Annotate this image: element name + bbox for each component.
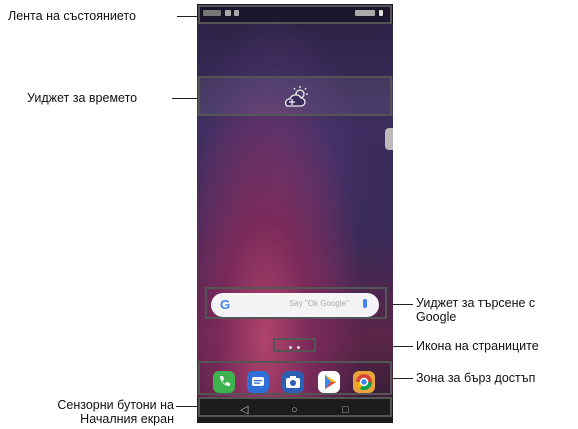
highlight-quick-access <box>198 361 392 395</box>
label-status-bar: Лента на състоянието <box>8 9 136 23</box>
highlight-google-search-widget <box>205 287 387 319</box>
label-home-touch-buttons-line1: Сензорни бутони на <box>57 398 174 412</box>
leader-home-touch-buttons <box>176 406 199 407</box>
label-google-search-widget: Уиджет за търсене с Google <box>416 296 535 324</box>
highlight-weather-widget <box>198 76 392 116</box>
label-quick-access: Зона за бърз достъп <box>416 371 536 385</box>
highlight-status-bar <box>198 5 392 24</box>
leader-google-search-widget <box>391 304 413 305</box>
highlight-page-icon <box>273 338 316 352</box>
leader-status-bar <box>177 16 199 17</box>
side-panel-handle[interactable] <box>385 128 393 150</box>
label-google-search-widget-line1: Уиджет за търсене с <box>416 296 536 310</box>
label-home-touch-buttons: Сензорни бутони на Началния екран <box>24 398 174 426</box>
label-page-icon: Икона на страниците <box>416 339 539 353</box>
leader-quick-access <box>391 378 413 379</box>
label-weather-widget: Уиджет за времето <box>27 91 138 105</box>
label-home-touch-buttons-line2: Началния екран <box>80 412 174 426</box>
label-google-search-widget-line2: Google <box>416 310 457 324</box>
leader-weather-widget <box>172 98 199 99</box>
highlight-home-touch-buttons <box>198 397 392 417</box>
